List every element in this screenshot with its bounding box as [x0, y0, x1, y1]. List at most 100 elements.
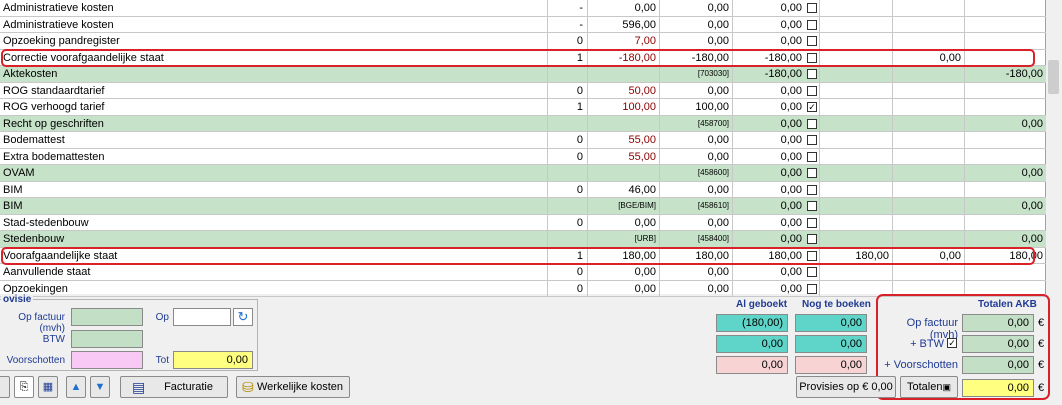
cell-t: 0,00	[660, 0, 733, 16]
coins-icon: ⛁	[242, 379, 254, 395]
cell-g3	[965, 149, 1046, 165]
row-checkbox[interactable]	[807, 19, 817, 30]
table-row[interactable]: ROG standaardtarief 0 50,00 0,00 0,00	[0, 82, 1046, 99]
cell-g1	[820, 33, 893, 49]
btw-field[interactable]	[71, 330, 143, 348]
grid-scrollbar[interactable]	[1046, 0, 1062, 294]
table-row[interactable]: Administratieve kosten -596,00 0,00 0,00	[0, 16, 1046, 33]
row-checkbox[interactable]	[807, 184, 817, 195]
cell-g2	[893, 99, 965, 115]
cell-p: 0,00	[588, 0, 660, 16]
checkbox-cell	[804, 66, 820, 82]
table-row[interactable]: Stedenbouw [URB] [458400] 0,00 0,00	[0, 231, 1046, 248]
op-label: Op	[155, 312, 169, 323]
cell-v: 0,00	[780, 84, 802, 97]
row-checkbox[interactable]	[807, 69, 817, 79]
al-geboekt-btw: 0,00	[716, 335, 788, 353]
table-row[interactable]: Voorafgaandelijke staat 1 180,00 180,00 180,…	[0, 247, 1046, 264]
provisies-button[interactable]: Provisies op € 0,00	[796, 376, 896, 398]
cell-p: 0,00	[588, 280, 660, 296]
cell-g2	[893, 181, 965, 197]
copy-icon[interactable]: ⎘	[14, 376, 34, 398]
cell-q	[548, 165, 588, 181]
table-row[interactable]: Extra bodemattesten 0 55,00 0,00 0,00	[0, 148, 1046, 165]
table-row[interactable]: Stad-stedenbouw 0 0,00 0,00 0,00	[0, 214, 1046, 231]
table-row[interactable]: Aanvullende staat 0 0,00 0,00 0,00	[0, 264, 1046, 281]
op-factuur-field[interactable]	[71, 308, 143, 326]
werkelijke-kosten-label: Werkelijke kosten	[257, 381, 343, 393]
nog-btw: 0,00	[795, 335, 867, 353]
table-row[interactable]: Aktekosten [703030] -180,00 -180,00	[0, 66, 1046, 83]
row-checkbox[interactable]	[807, 201, 817, 211]
row-checkbox[interactable]	[807, 168, 817, 178]
cell-g3	[965, 182, 1046, 198]
cell-t: [458700]	[660, 115, 733, 131]
cell-p: 180,00	[588, 247, 660, 263]
row-checkbox[interactable]	[807, 3, 817, 13]
op-factuur-label: Op factuur (mvh)	[18, 312, 65, 334]
move-down-icon[interactable]: ▼	[90, 376, 110, 398]
row-checkbox[interactable]	[807, 118, 817, 129]
cell-name: Correctie voorafgaandelijke staat	[0, 49, 548, 65]
cell-t: [458400]	[660, 231, 733, 247]
cell-v: 180,00	[768, 249, 802, 262]
al-geboekt-header: Al geboekt	[736, 299, 788, 310]
cell-v: 0,00	[780, 183, 802, 196]
cell-p: 46,00	[588, 181, 660, 197]
cell-q: 0	[548, 148, 588, 164]
voorschotten-label: Voorschotten	[6, 355, 65, 366]
cell-g1: 180,00	[820, 247, 893, 263]
totalen-button[interactable]: Totalen ▣	[900, 376, 958, 398]
cell-g1	[820, 132, 893, 148]
table-row[interactable]: Recht op geschriften [458700] 0,00 0,00	[0, 115, 1046, 132]
cell-p	[588, 115, 660, 131]
table-row[interactable]: Bodemattest 0 55,00 0,00 0,00	[0, 132, 1046, 149]
row-checkbox[interactable]	[807, 283, 817, 294]
provisies-label: Provisies op € 0,00	[799, 381, 893, 393]
row-checkbox[interactable]	[807, 85, 817, 96]
cell-p: 0,00	[588, 214, 660, 230]
cell-g3: 0,00	[1021, 167, 1043, 179]
provisie-legend: ovisie	[1, 294, 34, 305]
tot-field[interactable]: 0,00	[173, 351, 253, 369]
row-checkbox[interactable]	[807, 234, 817, 244]
op-date-input[interactable]	[173, 308, 231, 326]
cell-v: 0,00	[780, 134, 802, 146]
cell-name: Aanvullende staat	[0, 264, 548, 280]
save-icon[interactable]	[0, 376, 10, 398]
cell-name: BIM	[0, 181, 548, 197]
table-row[interactable]: Opzoeking pandregister 0 7,00 0,00 0,00	[0, 33, 1046, 50]
cell-v: -180,00	[764, 68, 802, 80]
table-row[interactable]: Correctie voorafgaandelijke staat 1 -180,0…	[0, 49, 1046, 66]
cell-g1	[820, 231, 893, 247]
refresh-icon[interactable]: ↻	[233, 308, 253, 326]
cell-v: 0,00	[780, 167, 802, 179]
cell-v: 0,00	[780, 216, 802, 229]
row-checkbox[interactable]	[807, 267, 817, 277]
scrollbar-thumb[interactable]	[1048, 60, 1059, 94]
cell-g2	[893, 264, 965, 280]
row-checkbox[interactable]	[807, 250, 817, 261]
row-checkbox[interactable]	[807, 151, 817, 162]
table-row[interactable]: BIM 0 46,00 0,00 0,00	[0, 181, 1046, 198]
al-geboekt-factuur: (180,00)	[716, 314, 788, 332]
voorschotten-field[interactable]	[71, 351, 143, 369]
cell-q	[548, 66, 588, 82]
table-row[interactable]: OVAM [458600] 0,00 0,00	[0, 165, 1046, 182]
cell-g1	[820, 49, 893, 65]
table-row[interactable]: BIM [BGE/BIM] [458610] 0,00 0,00	[0, 198, 1046, 215]
row-checkbox[interactable]	[807, 36, 817, 46]
cell-t: 0,00	[660, 132, 733, 148]
row-checkbox[interactable]	[807, 135, 817, 145]
table-row[interactable]: Administratieve kosten -0,00 0,00 0,00	[0, 0, 1046, 17]
row-checkbox[interactable]	[807, 52, 817, 63]
checkbox-cell	[804, 264, 820, 280]
cell-name: Aktekosten	[0, 66, 548, 82]
cell-name: Stedenbouw	[0, 231, 548, 247]
row-checkbox[interactable]	[807, 217, 817, 228]
move-up-icon[interactable]: ▲	[66, 376, 86, 398]
add-row-icon[interactable]: ▦	[38, 376, 58, 398]
table-row[interactable]: ROG verhoogd tarief 1 100,00 100,00 0,00 ✓	[0, 99, 1046, 116]
row-checkbox[interactable]: ✓	[807, 102, 817, 112]
cell-t: -180,00	[660, 49, 733, 65]
